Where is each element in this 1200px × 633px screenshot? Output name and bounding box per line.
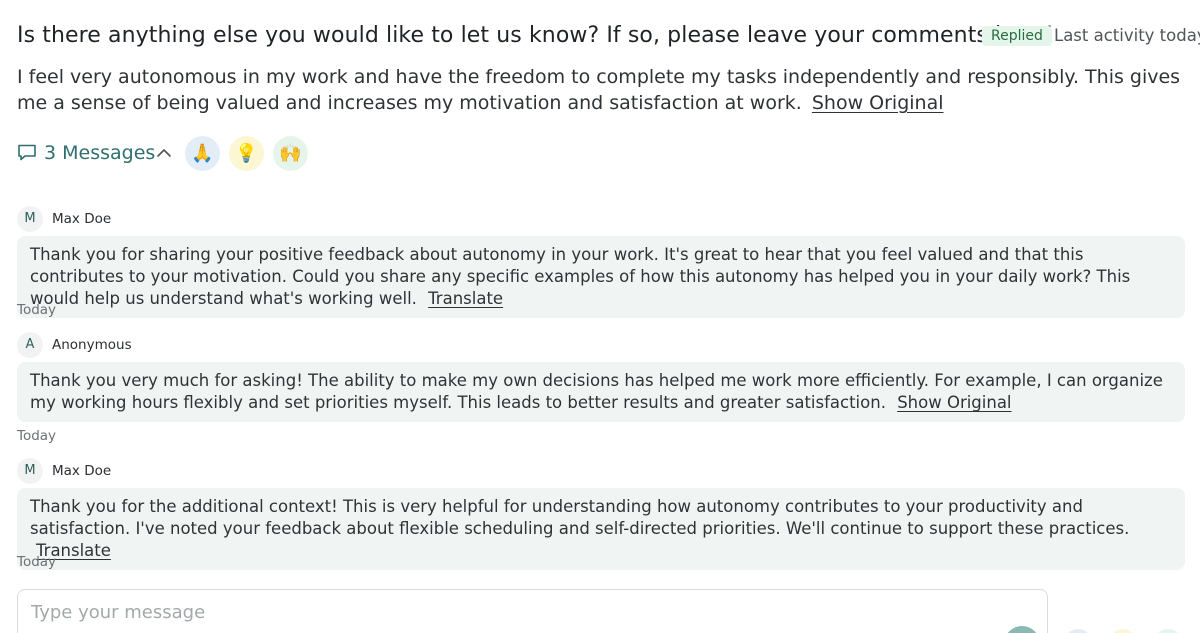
answer-body: I feel very autonomous in my work and ha… [17,66,1181,114]
avatar: M [17,458,43,484]
question-title: Is there anything else you would like to… [17,23,1054,48]
folded-hands-icon: 🙏 [191,143,214,164]
message-input[interactable] [31,602,931,623]
author-name: Max Doe [52,211,112,227]
comment-bubble: Thank you very much for asking! The abil… [17,362,1185,422]
author-name: Anonymous [52,337,132,353]
comment-author: A Anonymous [17,332,417,358]
messages-count-toggle[interactable]: 3 Messages [44,140,155,166]
comment-date: Today [17,428,57,444]
avatar: M [17,206,43,232]
translate-link[interactable]: Translate [428,289,503,308]
reaction-folded-hands[interactable]: 🙏 [185,136,220,171]
light-bulb-icon: 💡 [235,143,258,164]
chat-bubble-icon [18,144,36,161]
comment-date: Today [17,554,57,570]
reaction-folded-hands-button[interactable] [1064,629,1092,633]
reaction-light-bulb-button[interactable] [1109,629,1137,633]
comment-header: Is there anything else you would like to… [17,20,1200,54]
message-toolbar: 3 Messages 🙏 💡 🙌 [17,136,617,172]
comment-author: M Max Doe [17,458,417,484]
show-original-link[interactable]: Show Original [897,393,1011,412]
reaction-light-bulb[interactable]: 💡 [229,136,264,171]
comment-bubble: Thank you for the additional context! Th… [17,488,1185,570]
comment-author: M Max Doe [17,206,417,232]
comment-date: Today [17,302,57,318]
comment-bubble: Thank you for sharing your positive feed… [17,236,1185,318]
send-button[interactable] [1004,626,1040,633]
avatar: A [17,332,43,358]
reaction-raised-hands-button[interactable] [1154,629,1182,633]
message-composer [17,589,1048,633]
chevron-up-icon[interactable] [155,144,173,162]
comment-text: Thank you for the additional context! Th… [30,497,1130,538]
raised-hands-icon: 🙌 [279,143,302,164]
comment-text: Thank you for sharing your positive feed… [30,245,1131,308]
last-activity: Last activity today [1054,26,1200,45]
show-original-link[interactable]: Show Original [812,92,944,114]
status-badge: Replied [982,26,1052,46]
author-name: Max Doe [52,463,112,479]
reaction-raised-hands[interactable]: 🙌 [273,136,308,171]
answer-text: I feel very autonomous in my work and ha… [17,64,1185,116]
